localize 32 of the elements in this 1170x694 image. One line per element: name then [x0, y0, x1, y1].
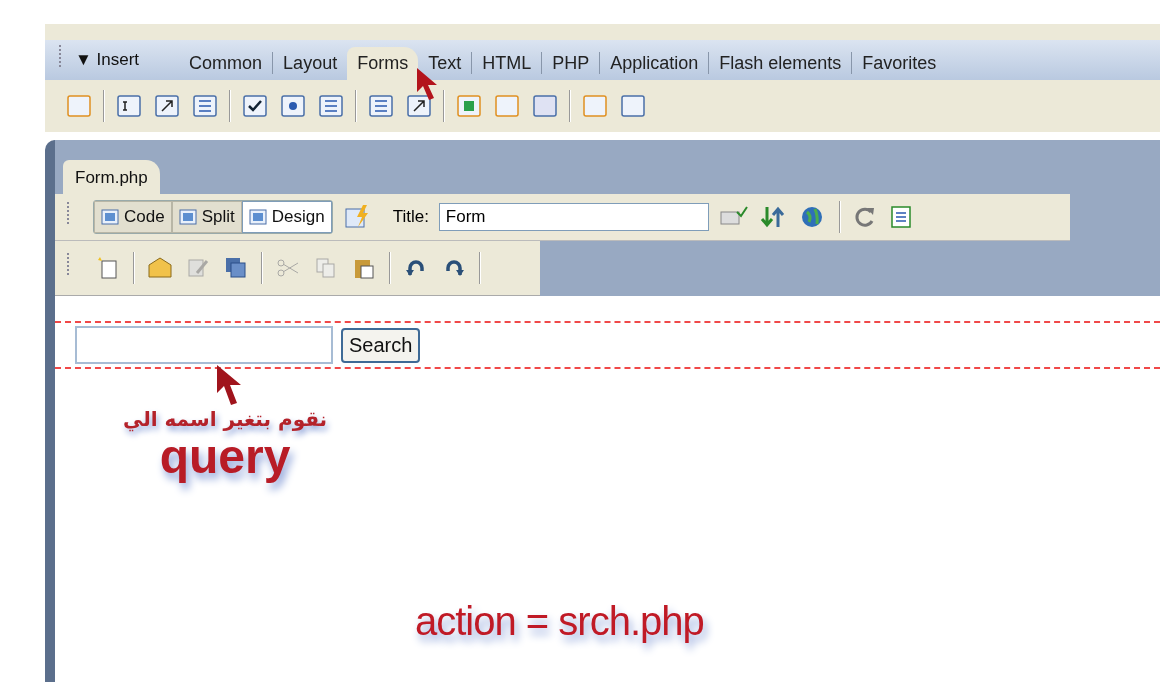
document-tab[interactable]: Form.php: [63, 160, 160, 194]
view-icon: [248, 209, 267, 225]
save-all-icon[interactable]: [223, 255, 249, 281]
view-button[interactable]: Code: [94, 201, 172, 233]
button-icon[interactable]: [531, 92, 559, 120]
search-button[interactable]: Search: [341, 327, 421, 363]
insert-tab[interactable]: HTML: [472, 47, 542, 80]
text-field-icon[interactable]: [115, 92, 143, 120]
field-name-annotation: query: [159, 433, 291, 481]
insert-tab[interactable]: PHP: [542, 47, 600, 80]
title-field[interactable]: Form: [438, 203, 709, 231]
insert-tab[interactable]: Forms: [347, 47, 419, 80]
view-icon: [101, 209, 119, 225]
insert-tab[interactable]: Common: [179, 47, 273, 80]
image-field-icon[interactable]: [455, 92, 483, 120]
list-menu-icon[interactable]: [367, 92, 395, 120]
insert-tab[interactable]: Layout: [273, 47, 348, 80]
insert-tab[interactable]: Text: [418, 47, 472, 80]
insert-panel-label[interactable]: ▼ Insert: [75, 50, 140, 70]
view-button[interactable]: Design: [241, 201, 332, 233]
view-icon: [178, 209, 197, 225]
insert-tab[interactable]: Favorites: [852, 47, 947, 80]
arabic-annotation: نقوم بتغير اسمه الي: [122, 407, 328, 431]
insert-tab[interactable]: Application: [600, 47, 709, 80]
search-field[interactable]: [75, 326, 333, 364]
radio-button-icon[interactable]: [279, 92, 307, 120]
action-annotation: action = srch.php: [415, 599, 705, 644]
view-button[interactable]: Split: [171, 201, 242, 233]
checkbox-icon[interactable]: [241, 92, 269, 120]
live-view-icon[interactable]: [342, 203, 371, 231]
insert-tab[interactable]: Flash elements: [709, 47, 852, 80]
title-label: Title:: [392, 207, 429, 227]
